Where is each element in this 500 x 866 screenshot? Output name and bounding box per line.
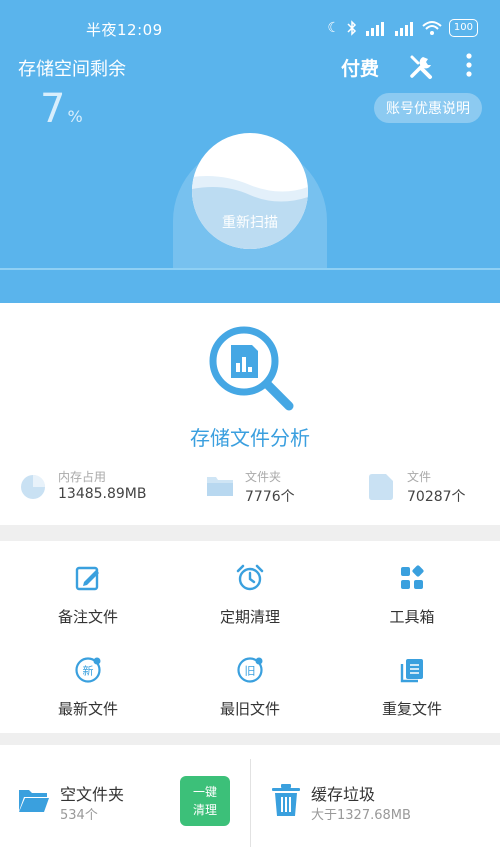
account-discount-button[interactable]: 账号优惠说明 [374, 93, 482, 123]
storage-header: 半夜12:09 ☾ 100 存储空间剩余 付费 7% 账号优惠说明 重新扫描 [0, 0, 500, 303]
old-badge-text: 旧 [245, 665, 256, 678]
rescan-button[interactable]: 重新扫描 [192, 212, 308, 232]
edit-note-icon [75, 566, 99, 591]
grid-item-notes[interactable]: 备注文件 [28, 564, 148, 627]
toolbox-icon [401, 565, 424, 589]
status-bar: 半夜12:09 ☾ 100 [0, 17, 500, 41]
cache-size: 大于1327.68MB [311, 808, 411, 823]
grid-item-label: 重复文件 [381, 700, 442, 718]
wifi-icon [422, 21, 442, 35]
new-badge-icon: 新 [75, 657, 101, 683]
old-badge-icon: 旧 [237, 657, 263, 683]
percent-unit: % [67, 107, 83, 126]
divider [250, 759, 251, 847]
tools-icon[interactable] [408, 52, 436, 80]
remaining-percent: 7% [40, 86, 83, 132]
grid-item-oldest-files[interactable]: 旧 最旧文件 [190, 656, 310, 719]
duplicate-files-icon [400, 659, 423, 683]
storage-analysis-card[interactable]: 存储文件分析 内存占用 13485.89MB 文件夹 7776个 文件 7028… [0, 303, 500, 525]
status-icons: ☾ 100 [327, 19, 478, 37]
pie-chart-icon [21, 475, 45, 499]
magnifier-icon [209, 326, 294, 411]
grid-item-label: 备注文件 [57, 608, 118, 626]
cleanup-panel: 空文件夹 534个 一键 清理 缓存垃圾 大于1327.68MB [0, 745, 500, 866]
moon-icon: ☾ [327, 20, 340, 36]
page-title: 存储空间剩余 [18, 59, 126, 80]
empty-folder-icon [19, 790, 49, 812]
pay-button[interactable]: 付费 [341, 54, 379, 81]
grid-item-scheduled-clean[interactable]: 定期清理 [190, 564, 310, 627]
grid-item-label: 工具箱 [389, 608, 435, 626]
new-badge-text: 新 [83, 664, 94, 678]
grid-item-duplicate-files[interactable]: 重复文件 [352, 656, 472, 719]
stat-value: 7776个 [245, 489, 295, 505]
signal-icon-2 [394, 22, 413, 36]
clean-button-line2: 清理 [192, 803, 217, 817]
status-time: 半夜12:09 [86, 21, 163, 39]
grid-item-label: 最新文件 [57, 700, 118, 718]
stat-value: 13485.89MB [58, 486, 147, 502]
trash-icon[interactable] [271, 784, 301, 816]
empty-folder-count: 534个 [60, 808, 98, 823]
signal-icon [365, 22, 384, 36]
battery-icon: 100 [448, 19, 478, 37]
cache-title: 缓存垃圾 [311, 785, 376, 804]
file-icon [369, 474, 393, 500]
alarm-clock-icon [236, 564, 264, 591]
empty-folder-title: 空文件夹 [60, 785, 125, 804]
folder-icon [207, 477, 233, 496]
bluetooth-icon [347, 20, 356, 36]
percent-value: 7 [40, 86, 66, 132]
grid-item-newest-files[interactable]: 新 最新文件 [28, 656, 148, 719]
stat-label: 文件 [407, 470, 432, 484]
more-icon[interactable] [459, 52, 479, 80]
grid-item-toolbox[interactable]: 工具箱 [352, 564, 472, 627]
stat-value: 70287个 [407, 489, 466, 505]
analysis-title: 存储文件分析 [190, 426, 310, 450]
one-click-clean-button[interactable]: 一键 清理 [180, 776, 230, 826]
grid-item-label: 最旧文件 [219, 700, 280, 718]
stat-label: 内存占用 [58, 470, 107, 484]
feature-grid: 备注文件 定期清理 工具箱 新 最新文件 旧 最旧文件 重复文件 [0, 541, 500, 733]
stat-label: 文件夹 [245, 470, 282, 484]
wave-baseline [0, 268, 500, 270]
clean-button-line1: 一键 [192, 785, 217, 799]
grid-item-label: 定期清理 [219, 608, 280, 626]
